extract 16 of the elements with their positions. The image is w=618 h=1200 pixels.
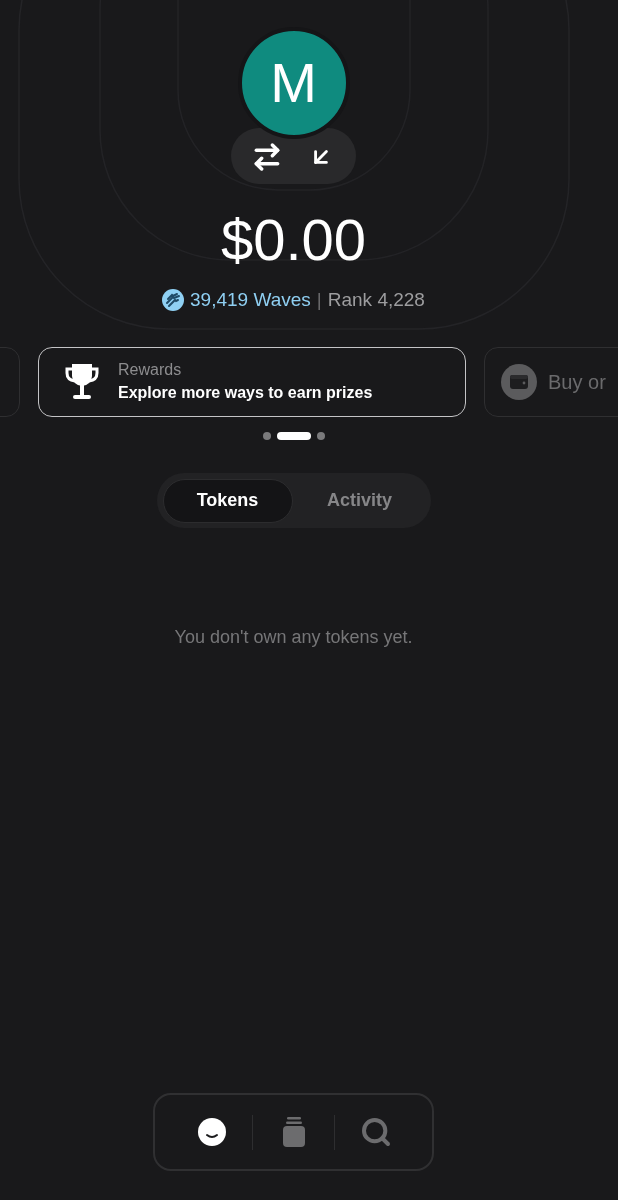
- tab[interactable]: Activity: [294, 478, 425, 523]
- search-icon: [359, 1116, 392, 1148]
- separator: |: [316, 288, 322, 312]
- card-text: Explore more ways to earn prizes: [118, 383, 373, 403]
- smiley-face-icon: [197, 1118, 226, 1146]
- avatar[interactable]: M: [237, 27, 350, 139]
- card-text: Buy or: [548, 370, 606, 395]
- wallet-icon: [501, 364, 537, 400]
- rank-text: Rank 4,228: [327, 288, 425, 312]
- waves-icon: [162, 289, 185, 311]
- tab[interactable]: Tokens: [162, 478, 293, 523]
- card-label: Rewards: [118, 360, 183, 380]
- empty-state-message: You don't own any tokens yet.: [174, 626, 413, 649]
- balance-amount: $0.00: [220, 208, 367, 272]
- carousel-card[interactable]: Rewards Explore more ways to earn prizes: [38, 347, 466, 417]
- waves-count[interactable]: 39,419 Waves: [190, 288, 311, 312]
